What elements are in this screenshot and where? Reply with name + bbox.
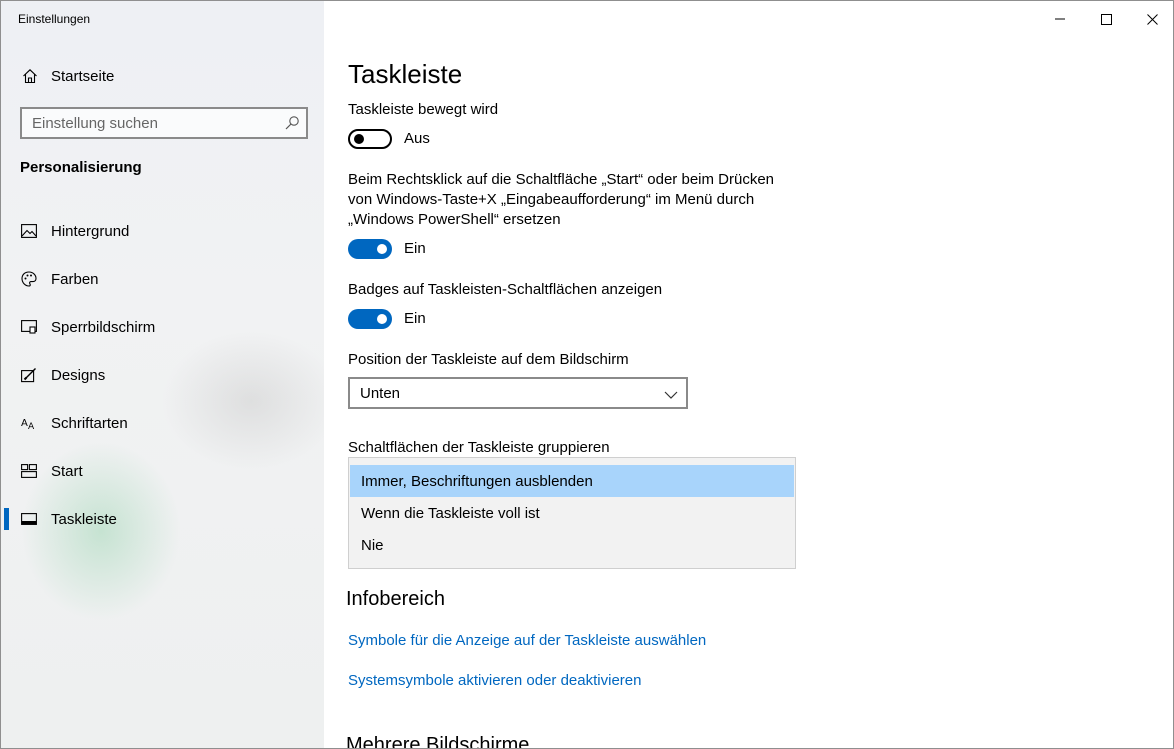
- move-toggle-state: Aus: [404, 130, 430, 147]
- taskbar-icon: [20, 510, 38, 528]
- multiple-displays-heading: Mehrere Bildschirme: [346, 734, 530, 749]
- grouping-option-always[interactable]: Immer, Beschriftungen ausblenden: [350, 465, 794, 497]
- window-controls: [1037, 1, 1173, 37]
- sidebar-item-hintergrund[interactable]: Hintergrund: [1, 207, 324, 255]
- grouping-label: Schaltflächen der Taskleiste gruppieren: [348, 439, 610, 456]
- start-icon: [20, 462, 38, 480]
- sidebar-item-designs[interactable]: Designs: [1, 351, 324, 399]
- sidebar-home-label: Startseite: [51, 67, 115, 85]
- powershell-label-line3: „Windows PowerShell“ ersetzen: [348, 211, 561, 228]
- sidebar-item-taskleiste[interactable]: Taskleiste: [1, 495, 324, 543]
- sidebar-home[interactable]: Startseite: [1, 57, 324, 95]
- sidebar-item-label: Start: [51, 462, 83, 480]
- brush-icon: [20, 366, 38, 384]
- grouping-option-never[interactable]: Nie: [350, 529, 794, 561]
- svg-text:A: A: [28, 422, 35, 430]
- main-content: Taskleiste Taskleiste bewegt wird Aus Be…: [324, 1, 1173, 749]
- powershell-toggle-state: Ein: [404, 240, 426, 257]
- sidebar-section-title: Personalisierung: [20, 159, 142, 176]
- search-box[interactable]: [20, 107, 308, 139]
- sidebar-item-label: Sperrbildschirm: [51, 318, 156, 336]
- close-icon: [1146, 13, 1158, 25]
- sidebar-item-farben[interactable]: Farben: [1, 255, 324, 303]
- sidebar-item-label: Hintergrund: [51, 222, 130, 240]
- font-icon: AA: [20, 414, 38, 432]
- palette-icon: [20, 270, 38, 288]
- sidebar-item-label: Schriftarten: [51, 414, 128, 432]
- maximize-icon: [1100, 13, 1112, 25]
- badges-toggle-state: Ein: [404, 310, 426, 327]
- minimize-button[interactable]: [1037, 1, 1083, 37]
- search-input[interactable]: [22, 114, 272, 132]
- toggle-knob: [354, 134, 364, 144]
- system-icons-link[interactable]: Systemsymbole aktivieren oder deaktivier…: [348, 672, 641, 689]
- infobereich-heading: Infobereich: [346, 588, 445, 610]
- sidebar-nav: Hintergrund Farben Sperrbildschirm Desig…: [1, 207, 324, 543]
- badges-toggle[interactable]: [348, 309, 392, 329]
- grouping-listbox[interactable]: Immer, Beschriftungen ausblenden Wenn di…: [348, 457, 796, 569]
- position-label: Position der Taskleiste auf dem Bildschi…: [348, 351, 629, 368]
- window-title: Einstellungen: [18, 12, 91, 26]
- svg-text:A: A: [21, 418, 28, 429]
- home-icon: [20, 66, 40, 86]
- sidebar-item-label: Taskleiste: [51, 510, 117, 528]
- sidebar-item-schriftarten[interactable]: AA Schriftarten: [1, 399, 324, 447]
- sidebar-item-sperrbildschirm[interactable]: Sperrbildschirm: [1, 303, 324, 351]
- close-button[interactable]: [1129, 1, 1173, 37]
- settings-window: Einstellungen Startseite Personalisierun…: [0, 0, 1174, 749]
- page-title: Taskleiste: [348, 59, 463, 89]
- powershell-label-line1: Beim Rechtsklick auf die Schaltfläche „S…: [348, 171, 775, 188]
- chevron-down-icon: [664, 387, 678, 405]
- minimize-icon: [1055, 18, 1065, 20]
- grouping-option-when-full[interactable]: Wenn die Taskleiste voll ist: [350, 497, 794, 529]
- sidebar-item-label: Designs: [51, 366, 106, 384]
- position-dropdown[interactable]: Unten: [348, 377, 688, 409]
- move-toggle[interactable]: [348, 129, 392, 149]
- powershell-toggle[interactable]: [348, 239, 392, 259]
- select-tray-icons-link[interactable]: Symbole für die Anzeige auf der Taskleis…: [348, 632, 706, 649]
- sidebar: Einstellungen Startseite Personalisierun…: [1, 1, 324, 748]
- badges-label: Badges auf Taskleisten-Schaltflächen anz…: [348, 281, 663, 298]
- toggle-knob: [377, 314, 387, 324]
- position-value: Unten: [360, 384, 401, 402]
- sidebar-item-start[interactable]: Start: [1, 447, 324, 495]
- toggle-knob: [377, 244, 387, 254]
- maximize-button[interactable]: [1083, 1, 1129, 37]
- lockscreen-icon: [20, 318, 38, 336]
- sidebar-item-label: Farben: [51, 270, 99, 288]
- picture-icon: [20, 222, 38, 240]
- search-icon[interactable]: [284, 115, 300, 131]
- setting-move-label: Taskleiste bewegt wird: [348, 101, 499, 118]
- powershell-label-line2: von Windows-Taste+X „Eingabeaufforderung…: [348, 191, 755, 208]
